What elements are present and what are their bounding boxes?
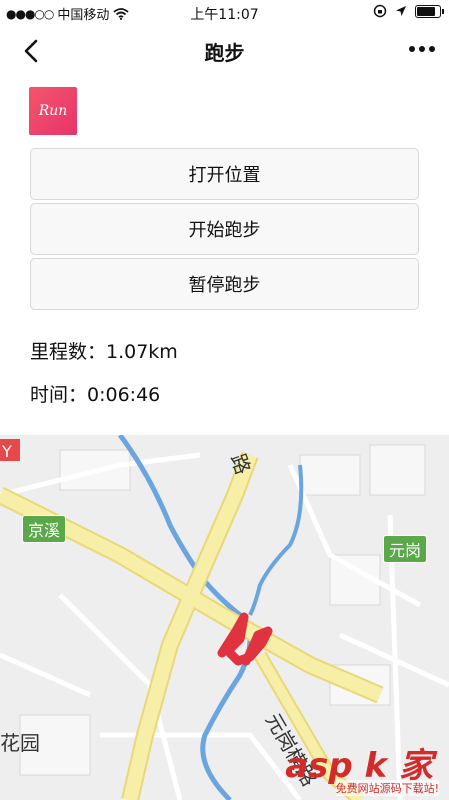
distance-stat: 里程数：1.07km — [30, 341, 178, 363]
map-view[interactable]: Y 京溪 元岗 花园 路 元岗横路 asp k 家 免费网站源码下载站! — [0, 435, 449, 800]
rotation-lock-icon — [373, 4, 387, 18]
logo-text: Run — [38, 103, 68, 119]
location-arrow-icon — [396, 6, 406, 16]
map-label-yuangang: 元岗 — [383, 535, 428, 563]
more-button[interactable] — [409, 46, 435, 52]
app-logo: Run — [29, 87, 77, 135]
svg-text:Y: Y — [1, 442, 12, 461]
more-dot-icon — [429, 46, 435, 52]
more-dot-icon — [419, 46, 425, 52]
watermark-sub: 免费网站源码下载站! — [335, 780, 439, 796]
map-label-jingxi: 京溪 — [22, 515, 67, 543]
status-right — [373, 4, 444, 18]
more-dot-icon — [409, 46, 415, 52]
battery-icon — [415, 4, 444, 18]
time-stat: 时间：0:06:46 — [30, 384, 161, 406]
nav-bar: 跑步 — [0, 24, 449, 76]
watermark: asp k 家 免费网站源码下载站! — [269, 738, 439, 798]
open-location-button[interactable]: 打开位置 — [30, 148, 419, 200]
map-label-yuan: 花园 — [0, 731, 40, 755]
page-title: 跑步 — [204, 41, 245, 65]
pause-run-button[interactable]: 暂停跑步 — [30, 258, 419, 310]
status-bar: ●●●○○ 中国移动 上午11:07 — [0, 0, 449, 24]
start-run-button[interactable]: 开始跑步 — [30, 203, 419, 255]
